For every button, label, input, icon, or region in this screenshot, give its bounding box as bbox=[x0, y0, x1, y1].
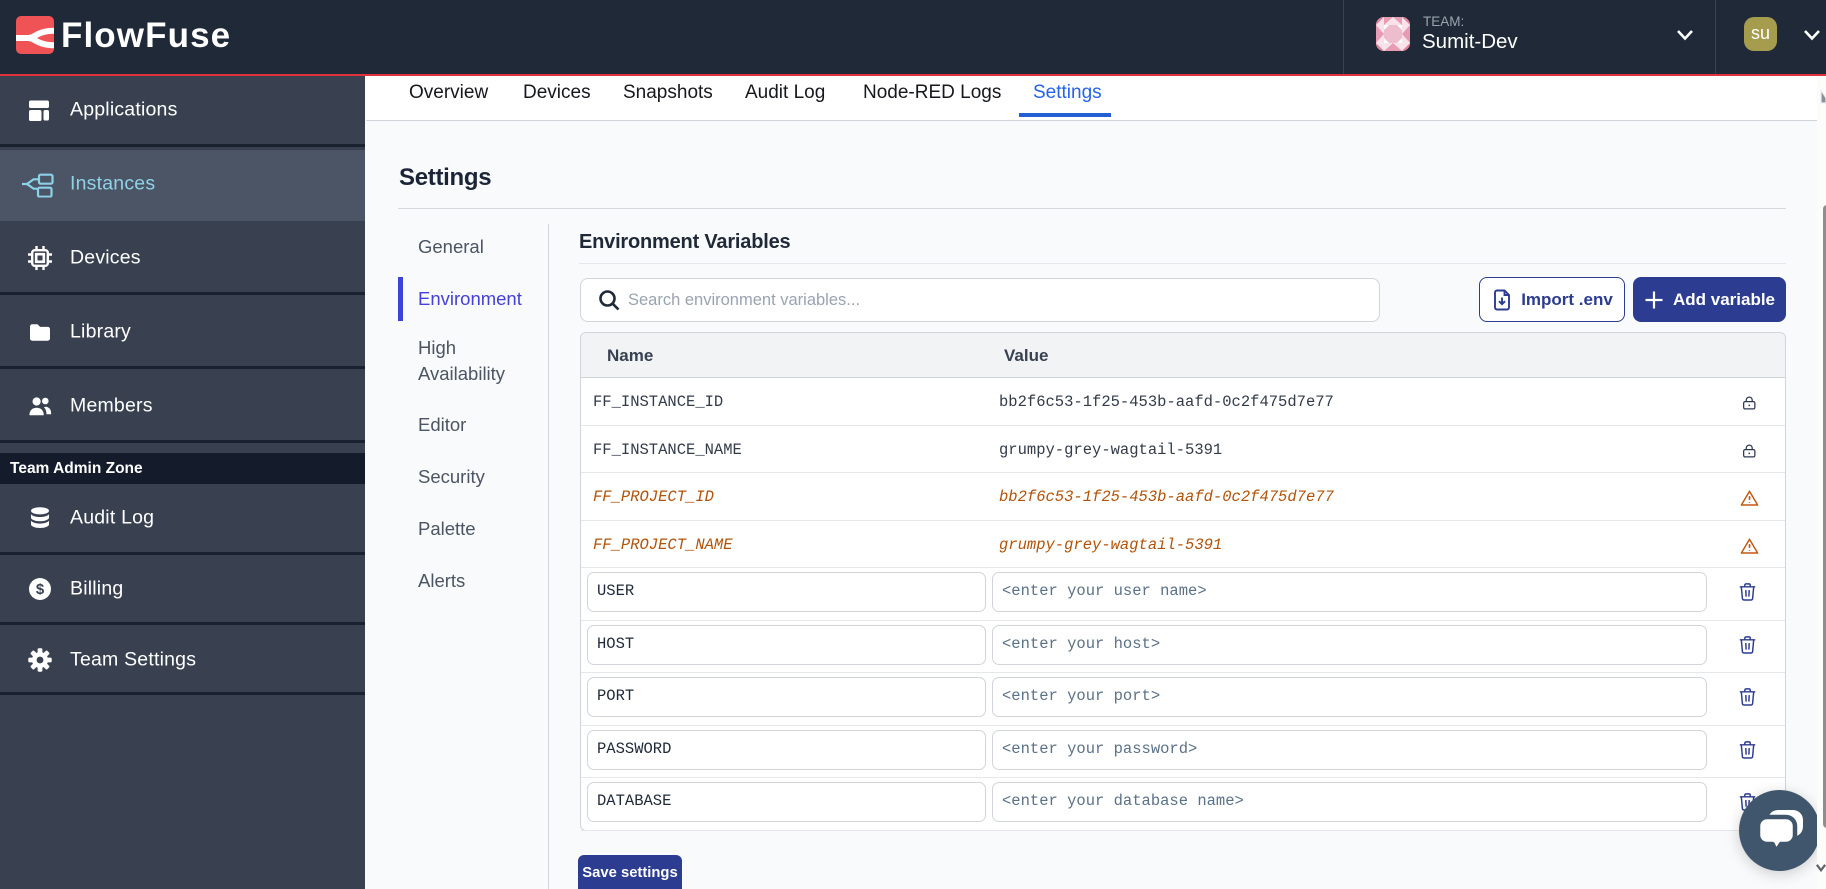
svg-text:$: $ bbox=[36, 581, 45, 598]
